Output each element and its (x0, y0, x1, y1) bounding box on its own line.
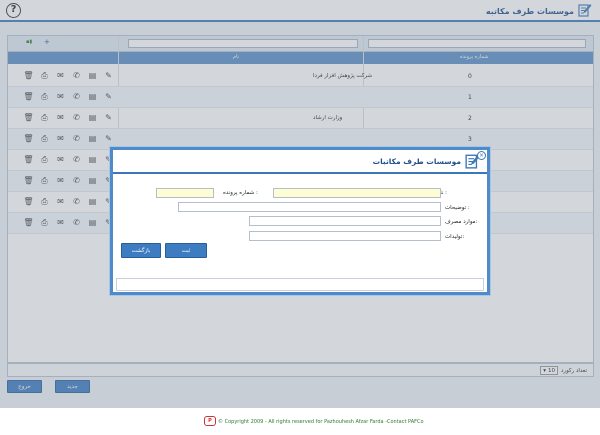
consumption-label: موارد مصرف: (445, 219, 478, 225)
copyright-text[interactable]: © Copyright 2009 - All rights reserved f… (218, 419, 424, 425)
products-label: تولیدات: (445, 234, 465, 240)
file-number-label: شماره پرونده : (223, 190, 258, 196)
dialog-footer-bar (116, 278, 484, 291)
dialog-title: موسسات طرف مکاتبات (372, 157, 461, 166)
description-field[interactable] (178, 202, 441, 212)
back-button[interactable]: بازگشت (121, 243, 161, 258)
consumption-field[interactable] (249, 216, 441, 226)
name-field[interactable] (273, 188, 441, 198)
description-label: توضیحات : (445, 205, 470, 211)
dialog-header: موسسات طرف مکاتبات × (113, 150, 487, 174)
company-logo: P (204, 416, 216, 426)
submit-button[interactable]: ثبت (165, 243, 207, 258)
copyright-footer: P © Copyright 2009 - All rights reserved… (0, 407, 600, 435)
products-field[interactable] (249, 231, 441, 241)
edit-dialog: موسسات طرف مکاتبات × نام : شماره پرونده … (110, 147, 490, 295)
file-number-field[interactable] (156, 188, 214, 198)
close-icon[interactable]: × (477, 151, 486, 160)
